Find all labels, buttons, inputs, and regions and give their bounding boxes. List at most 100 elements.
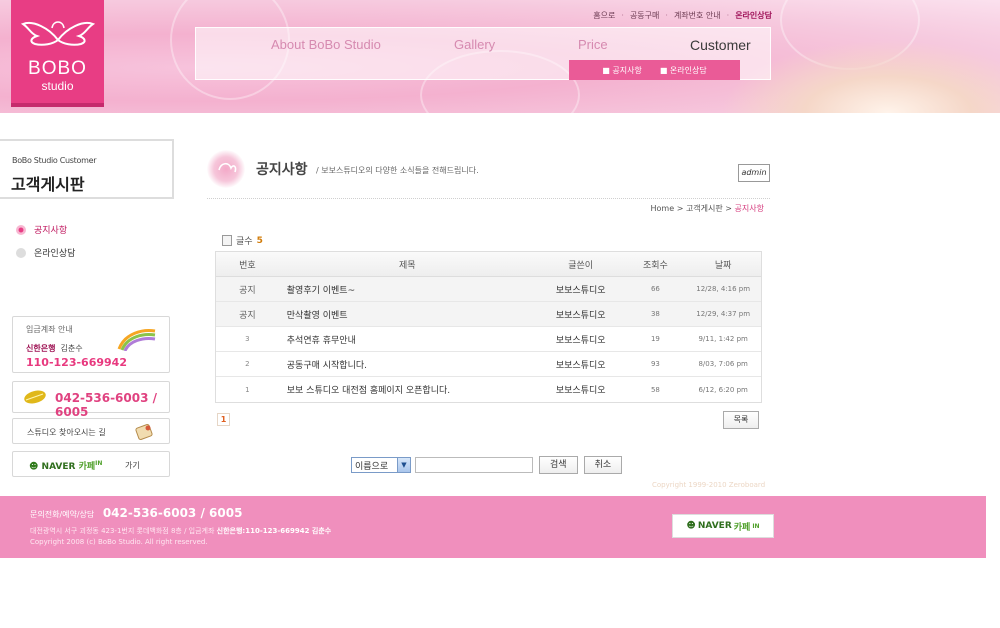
breadcrumb: Home > 고객게시판 > 공지사항	[651, 203, 764, 214]
sidebar-menu: 공지사항 온라인상담	[16, 223, 75, 269]
breadcrumb-current: 공지사항	[734, 204, 764, 213]
page-header: 공지사항 / 보보스튜디오의 다양한 소식들을 전해드립니다. admin	[207, 150, 770, 199]
column-header-date: 날짜	[714, 260, 732, 271]
account-bank: 신한은행	[26, 344, 56, 353]
row-title-link[interactable]: 만삭촬영 이벤트	[279, 308, 536, 321]
row-writer[interactable]: 보보스튜디오	[536, 358, 626, 371]
search-bar: 이름으로 ▼ 검색 취소	[351, 456, 623, 474]
zeroboard-copyright: Copyright 1999-2010 Zeroboard	[652, 481, 766, 489]
separator: ·	[726, 11, 730, 20]
table-row: 공지 만삭촬영 이벤트 보보스튜디오 38 12/29, 4:37 pm	[216, 302, 761, 327]
account-bank-owner: 신한은행 김춘수	[26, 343, 83, 354]
wing-logo-icon	[20, 21, 96, 46]
post-count-label: 글수	[236, 237, 253, 247]
logo-text-studio: studio	[41, 79, 74, 93]
breadcrumb-separator: >	[676, 204, 684, 213]
naver-text: NAVER	[697, 521, 732, 531]
row-date: 9/11, 1:42 pm	[698, 335, 748, 343]
cafe-icon: ☻	[686, 521, 696, 531]
cafe-in-text: IN	[95, 460, 103, 467]
phone-box: 042-536-6003 / 6005	[12, 381, 170, 419]
naver-text: NAVER	[41, 462, 76, 472]
breadcrumb-home[interactable]: Home	[651, 204, 675, 213]
sidebar-item-label: 공지사항	[34, 226, 68, 236]
list-button[interactable]: 목록	[723, 411, 759, 429]
chevron-down-icon[interactable]: ▼	[397, 458, 410, 472]
sidebar-subtitle: BoBo Studio Customer	[12, 156, 97, 165]
cafe-in-text: IN	[752, 522, 760, 530]
row-views: 58	[650, 385, 660, 394]
column-header-views: 조회수	[642, 260, 668, 271]
footer: 문의전화/예약/상담 042-536-6003 / 6005 대전광역시 서구 …	[0, 496, 986, 558]
column-header-title: 제목	[399, 260, 416, 271]
row-no: 1	[245, 385, 250, 394]
phone-number: 042-536-6003 / 6005	[55, 391, 158, 419]
nav-item-customer[interactable]: Customer	[690, 37, 751, 53]
cancel-button[interactable]: 취소	[583, 456, 623, 474]
search-button[interactable]: 검색	[539, 456, 578, 474]
leaf-icon	[24, 390, 46, 404]
cafe-text: 카페	[733, 522, 751, 533]
nav-item-price[interactable]: Price	[578, 37, 608, 52]
site-logo[interactable]: BOBO studio	[11, 0, 104, 107]
header-banner: BOBO studio 홈으로 · 공동구매 · 계좌번호 안내 · 온라인상담…	[0, 0, 1000, 113]
bullet-icon	[16, 247, 26, 258]
row-writer[interactable]: 보보스튜디오	[536, 383, 626, 396]
row-views: 93	[650, 360, 660, 368]
column-header-no: 번호	[239, 260, 256, 271]
naver-cafe-link[interactable]: ☻ NAVER 카페IN 가기	[12, 451, 170, 477]
row-views: 19	[650, 335, 660, 343]
breadcrumb-board[interactable]: 고객게시판	[686, 204, 723, 213]
row-no: 2	[245, 360, 250, 368]
post-count-value: 5	[256, 235, 263, 246]
page-number-current[interactable]: 1	[217, 413, 230, 426]
column-header-writer: 글쓴이	[568, 260, 594, 271]
utility-link-online-consult[interactable]: 온라인상담	[735, 10, 772, 21]
utility-link-account-info[interactable]: 계좌번호 안내	[674, 10, 721, 21]
page-root: BOBO studio 홈으로 · 공동구매 · 계좌번호 안내 · 온라인상담…	[0, 0, 1000, 628]
row-no: 공지	[239, 310, 256, 321]
subnav-item-online[interactable]: ■ 온라인상담	[660, 65, 707, 76]
account-info-box: 입금계좌 안내 신한은행 김춘수 110-123-669942	[12, 316, 170, 373]
row-title-link[interactable]: 촬영후기 이벤트~	[279, 283, 536, 296]
directions-link[interactable]: 스튜디오 찾아오시는 길	[12, 418, 170, 444]
row-writer[interactable]: 보보스튜디오	[536, 333, 626, 346]
map-scroll-icon	[135, 424, 153, 440]
nav-item-about[interactable]: About BoBo Studio	[271, 37, 381, 52]
nav-item-gallery[interactable]: Gallery	[454, 37, 495, 52]
separator: ·	[621, 11, 624, 20]
search-input[interactable]	[415, 457, 533, 473]
page-title-icon	[207, 150, 245, 188]
search-type-select[interactable]: 이름으로 ▼	[351, 457, 411, 473]
account-owner: 김춘수	[60, 344, 83, 353]
utility-link-home[interactable]: 홈으로	[593, 10, 615, 21]
breadcrumb-separator: >	[725, 204, 732, 213]
account-title: 입금계좌 안내	[26, 325, 73, 334]
admin-button[interactable]: admin	[738, 164, 770, 182]
row-date: 6/12, 6:20 pm	[698, 385, 748, 394]
cafe-icon: ☻	[29, 462, 39, 472]
row-no: 3	[245, 335, 250, 343]
footer-account: 신한은행:110-123-669942 김춘수	[216, 527, 332, 535]
row-no: 공지	[239, 285, 256, 296]
footer-contact-phone: 042-536-6003 / 6005	[102, 506, 243, 520]
sidebar-item-notice[interactable]: 공지사항	[16, 223, 75, 236]
row-title-link[interactable]: 추석연휴 휴무안내	[279, 333, 536, 346]
row-title-link[interactable]: 보보 스튜디오 대전점 홈페이지 오픈합니다.	[279, 383, 536, 396]
sidebar-item-online[interactable]: 온라인상담	[16, 246, 75, 259]
footer-address: 대전광역시 서구 괴정동 423-1번지 롯데백화점 8층 / 입금계좌	[30, 527, 215, 535]
row-writer[interactable]: 보보스튜디오	[536, 308, 626, 321]
footer-naver-cafe-link[interactable]: ☻ NAVER 카페 IN	[672, 514, 774, 538]
row-date: 12/28, 4:16 pm	[696, 285, 751, 293]
row-title-link[interactable]: 공동구매 시작합니다.	[279, 358, 536, 371]
document-icon	[222, 235, 232, 246]
subnav-item-notice[interactable]: ■ 공지사항	[602, 65, 642, 76]
row-writer[interactable]: 보보스튜디오	[536, 283, 626, 296]
post-count: 글수 5	[222, 234, 263, 247]
utility-link-group-buy[interactable]: 공동구매	[630, 10, 659, 21]
sidebar-title: 고객게시판	[11, 175, 85, 194]
utility-nav: 홈으로 · 공동구매 · 계좌번호 안내 · 온라인상담	[593, 10, 772, 21]
sidebar-title-box: BoBo Studio Customer 고객게시판	[0, 139, 174, 199]
sidebar-item-label: 온라인상담	[34, 249, 76, 259]
account-number: 110-123-669942	[26, 356, 127, 369]
